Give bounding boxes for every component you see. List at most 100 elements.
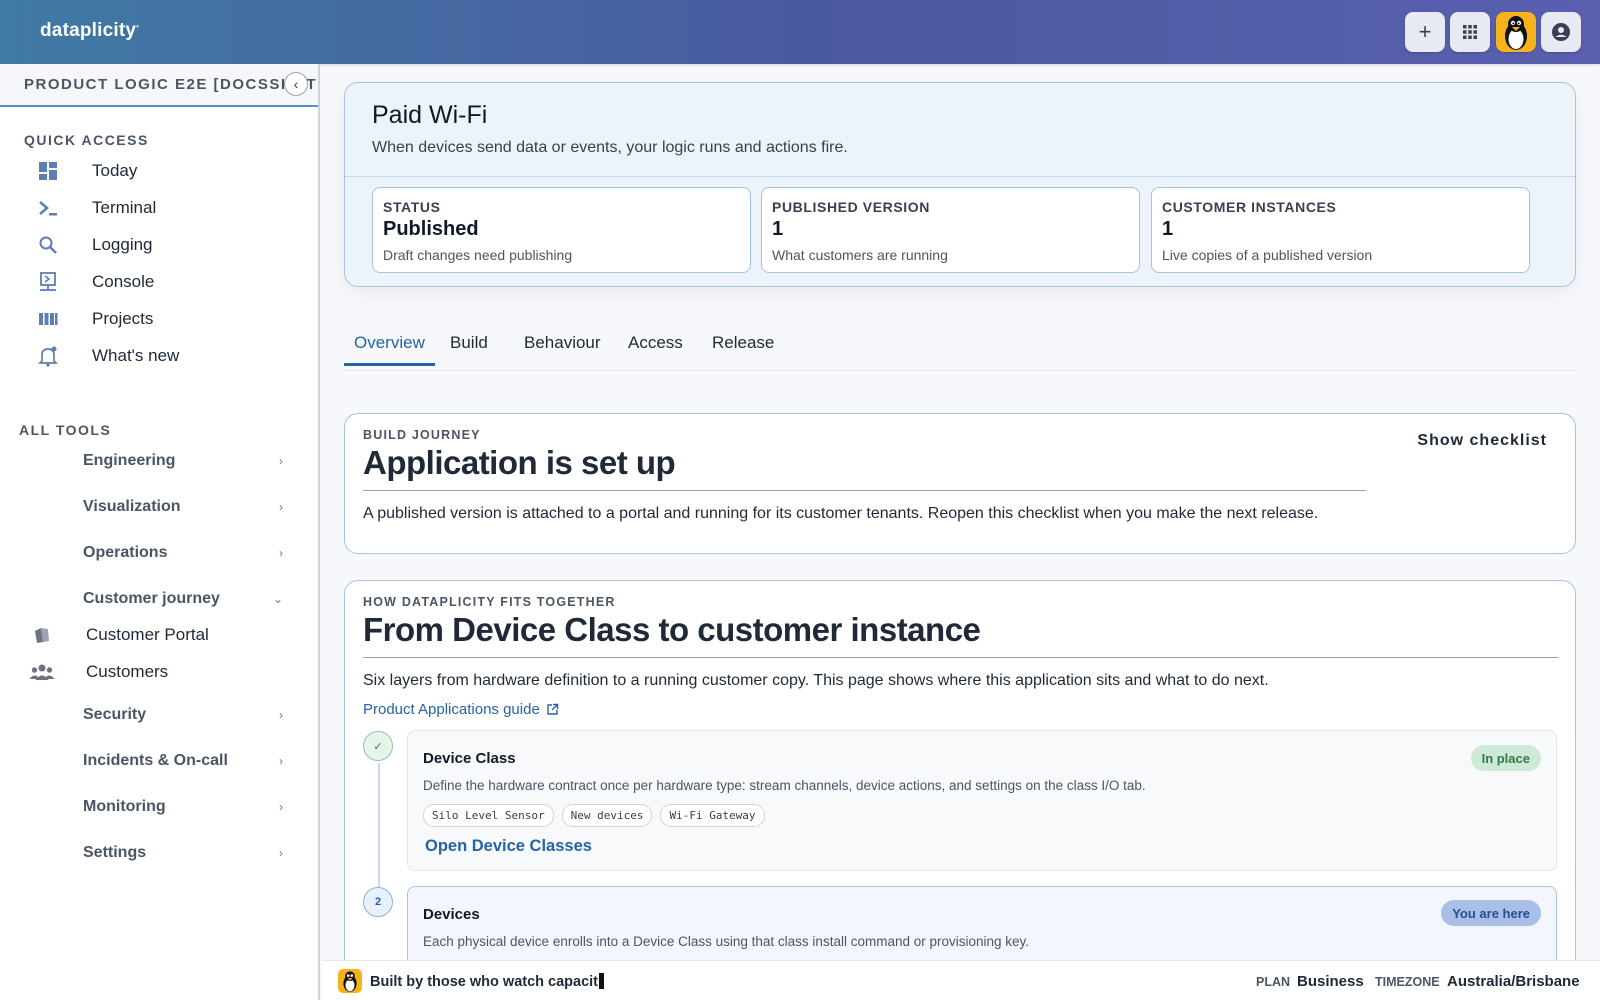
sidebar-item-label: Today — [92, 161, 138, 180]
chevron-right-icon: › — [279, 708, 283, 722]
chevron-right-icon: › — [279, 754, 283, 768]
step-device-class: Device Class In place Define the hardwar… — [407, 730, 1557, 871]
tab-build[interactable]: Build — [450, 333, 488, 365]
build-journey-card: BUILD JOURNEY Application is set up A pu… — [344, 413, 1576, 554]
dataplicity-logo[interactable]: dataplicity• — [40, 20, 139, 42]
sidebar-item-label: Security — [83, 706, 147, 723]
plan-label: PLAN — [1256, 975, 1291, 989]
tab-overview[interactable]: Overview — [344, 333, 435, 366]
sidebar-item-projects[interactable]: Projects — [36, 304, 296, 334]
sidebar-item-customer-portal[interactable]: Customer Portal — [28, 620, 298, 650]
external-link-icon — [547, 703, 558, 715]
sidebar: PRODUCT LOGIC E2E [DOCSSHOTS] ‹ QUICK AC… — [0, 64, 320, 1000]
step-number-marker: 2 — [363, 887, 393, 917]
account-icon — [1552, 23, 1570, 41]
sidebar-item-whats-new[interactable]: What's new — [36, 341, 296, 371]
sidebar-item-settings[interactable]: Settings › — [83, 838, 283, 868]
plan-value: Business — [1297, 973, 1364, 990]
main-content: Paid Wi-Fi When devices send data or eve… — [322, 64, 1600, 960]
status-badge: In place — [1470, 745, 1541, 771]
all-tools-title: ALL TOOLS — [19, 422, 112, 438]
step-title: Devices — [423, 906, 480, 923]
sidebar-item-label: Settings — [83, 844, 147, 861]
sidebar-item-terminal[interactable]: Terminal — [36, 193, 296, 223]
stat-value: 1 — [772, 218, 784, 240]
card-text: Six layers from hardware definition to a… — [363, 672, 1269, 689]
chevron-right-icon: › — [279, 500, 283, 514]
stat-description: What customers are running — [772, 247, 948, 263]
sidebar-item-label: Terminal — [92, 198, 157, 217]
apps-button[interactable] — [1450, 12, 1490, 52]
step-number: 2 — [374, 896, 382, 908]
open-device-classes-link[interactable]: Open Device Classes — [425, 837, 592, 856]
divider — [345, 176, 1575, 177]
timezone-value: Australia/Brisbane — [1447, 973, 1580, 990]
sidebar-item-security[interactable]: Security › — [83, 700, 283, 730]
sidebar-item-logging[interactable]: Logging — [36, 230, 296, 260]
sidebar-item-label: Incidents & On-call — [83, 752, 228, 769]
device-class-chip[interactable]: New devices — [561, 804, 653, 827]
stat-description: Draft changes need publishing — [383, 247, 573, 263]
device-class-chip[interactable]: Wi-Fi Gateway — [660, 804, 765, 827]
tux-avatar — [338, 969, 362, 993]
check-icon: ✓ — [373, 740, 383, 753]
terminal-icon — [36, 196, 60, 220]
sidebar-item-label: Projects — [92, 309, 154, 328]
sidebar-item-monitoring[interactable]: Monitoring › — [83, 792, 283, 822]
step-description: Define the hardware contract once per ha… — [423, 778, 1146, 793]
chevron-left-icon: ‹ — [293, 76, 299, 92]
sidebar-item-label: Engineering — [83, 452, 176, 469]
sidebar-item-label: What's new — [92, 346, 180, 365]
stat-value: Published — [383, 218, 479, 240]
chevron-down-icon: ⌄ — [272, 592, 283, 606]
tab-behaviour[interactable]: Behaviour — [524, 333, 601, 365]
page-subtitle: When devices send data or events, your l… — [372, 139, 848, 156]
project-name: PRODUCT LOGIC E2E [DOCSSHOTS] — [24, 76, 316, 93]
stat-value: 1 — [1162, 218, 1174, 240]
portal-icon — [28, 623, 56, 647]
bell-icon — [36, 344, 60, 368]
stat-description: Live copies of a published version — [1162, 247, 1373, 263]
published-version-card: PUBLISHED VERSION 1 What customers are r… — [761, 187, 1140, 273]
device-class-chip[interactable]: Silo Level Sensor — [423, 804, 554, 827]
card-text: A published version is attached to a por… — [363, 505, 1319, 522]
user-avatar[interactable] — [1496, 12, 1536, 52]
sidebar-item-label: Visualization — [83, 498, 181, 515]
add-button[interactable]: + — [1405, 12, 1445, 52]
tab-access[interactable]: Access — [628, 333, 683, 365]
step-complete-marker: ✓ — [363, 731, 393, 761]
step-devices: Devices You are here Each physical devic… — [407, 886, 1557, 960]
chevron-right-icon: › — [279, 454, 283, 468]
show-checklist-button[interactable]: Show checklist — [1417, 432, 1547, 450]
sidebar-item-label: Customers — [86, 662, 169, 681]
tab-release[interactable]: Release — [712, 333, 774, 365]
stat-label: CUSTOMER INSTANCES — [1162, 199, 1337, 215]
sidebar-item-label: Operations — [83, 544, 168, 561]
account-button[interactable] — [1541, 12, 1581, 52]
application-header: Paid Wi-Fi When devices send data or eve… — [344, 82, 1576, 287]
card-eyebrow: HOW DATAPLICITY FITS TOGETHER — [363, 595, 616, 609]
sidebar-item-visualization[interactable]: Visualization › — [83, 492, 283, 522]
sidebar-item-customer-journey[interactable]: Customer journey ⌄ — [83, 584, 283, 614]
chevron-right-icon: › — [279, 546, 283, 560]
sidebar-item-engineering[interactable]: Engineering › — [83, 446, 283, 476]
sidebar-item-label: Customer Portal — [86, 625, 209, 644]
sidebar-item-incidents[interactable]: Incidents & On-call › — [83, 746, 283, 776]
divider — [363, 657, 1558, 658]
card-title: Application is set up — [363, 444, 676, 481]
sidebar-item-today[interactable]: Today — [36, 156, 296, 186]
sidebar-item-operations[interactable]: Operations › — [83, 538, 283, 568]
fits-together-card: HOW DATAPLICITY FITS TOGETHER From Devic… — [344, 580, 1576, 960]
columns-icon — [36, 307, 60, 331]
sidebar-item-console[interactable]: Console — [36, 267, 296, 297]
footer-tagline: Built by those who watch capacit — [370, 973, 605, 990]
people-icon — [28, 660, 56, 684]
link-label: Product Applications guide — [363, 701, 540, 718]
product-applications-guide-link[interactable]: Product Applications guide — [363, 701, 559, 718]
stat-label: STATUS — [383, 199, 441, 215]
top-bar: dataplicity• + — [0, 0, 1600, 64]
collapse-sidebar-button[interactable]: ‹ — [284, 72, 308, 96]
sidebar-item-customers[interactable]: Customers — [28, 657, 298, 687]
project-selector[interactable]: PRODUCT LOGIC E2E [DOCSSHOTS] ‹ — [0, 64, 318, 107]
dashboard-icon — [36, 159, 60, 183]
